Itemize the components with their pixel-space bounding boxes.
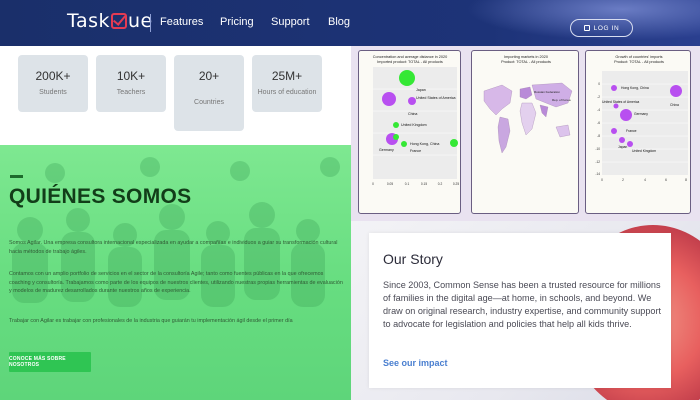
bubble-usa [613,103,619,109]
y-tick: -12 [595,160,600,164]
chart1-subtitle: Imported product: TOTAL - All products [377,60,443,64]
nav-features[interactable]: Features [160,16,203,28]
about-paragraph-3: Trabajar con Agilar es trabajar con prof… [9,318,293,324]
learn-more-button[interactable]: CONOCE MÁS SOBRE NOSOTROS [9,352,91,372]
bubble-germany [620,109,632,121]
bubble-usa [382,92,396,106]
logo[interactable]: Task ue [67,10,153,32]
map-label-russia: Russian Federation [534,90,560,94]
label-usa: United States of America [416,96,456,100]
stat-card-students: 200K+ Students [18,55,88,112]
stat-value: 20+ [198,69,220,83]
x-tick: 0.1 [405,182,410,186]
x-tick: 8 [685,178,687,182]
x-tick: 0.2 [438,182,443,186]
concentration-chart: Concentration and average distance in 20… [372,55,459,186]
label-uk: United Kingdom [401,123,427,127]
y-tick: -10 [595,147,600,151]
title-accent-bar [10,175,23,178]
x-tick: 6 [665,178,667,182]
stat-value: 10K+ [116,69,146,83]
x-tick: 0 [372,182,374,186]
bubble-germany-2 [393,134,399,140]
top-navbar: Task ue Features Pricing Support Blog LOG… [0,0,700,46]
bubble-uk [393,122,399,128]
x-tick: 0.25 [453,182,459,186]
label-china: China [408,112,417,116]
stat-value: 200K+ [35,69,71,83]
stat-label: Teachers [116,89,146,96]
x-tick: 0.05 [387,182,393,186]
logo-divider [150,14,151,32]
bubble-hongkong [450,139,458,147]
stat-card-hours: 25M+ Hours of education [252,55,322,112]
login-button[interactable]: LOG IN [570,19,633,37]
charts-panel: Concentration and average distance in 20… [351,46,700,221]
label-usa: United States of America [602,100,639,104]
chart3-title: Growth of countries' imports [615,55,662,59]
importing-markets-card: Importing markets in 2020 Product: TOTAL… [471,50,579,214]
bubble-france [611,128,617,134]
nav-support[interactable]: Support [271,16,310,28]
y-tick: 0 [598,82,600,86]
bubble-uk [627,141,633,147]
label-uk: United Kingdom [632,149,656,153]
chart2-title: Importing markets in 2020 [504,55,548,59]
nav-pricing[interactable]: Pricing [220,16,254,28]
x-tick: 2 [622,178,624,182]
stat-label: Countries [194,99,224,106]
import-growth-chart: Growth of countries' imports Product: TO… [595,55,688,182]
bubble-japan [619,137,625,143]
y-tick: -4 [597,108,600,112]
x-tick: 0.15 [421,182,427,186]
y-tick: -8 [597,134,600,138]
stat-card-teachers: 10K+ Teachers [96,55,166,112]
x-tick: 4 [644,178,646,182]
nav-blog[interactable]: Blog [328,16,350,28]
label-france: France [410,149,421,153]
chart2-subtitle: Product: TOTAL - All products [501,60,551,64]
stat-label: Students [39,89,67,96]
stat-label: Hours of education [257,89,317,96]
checkbox-logo-icon [111,13,128,29]
y-tick: -2 [597,95,600,99]
about-paragraph-1: Somos Agilar. Una empresa consultora int… [9,240,338,255]
login-icon [583,25,590,31]
about-paragraph-2: Contamos con un amplio portfolio de serv… [9,271,343,294]
about-section: QUIÉNES SOMOS Somos Agilar. Una empresa … [0,145,351,400]
login-label: LOG IN [593,24,620,32]
chart1-title: Concentration and average distance in 20… [373,55,448,59]
page: Task ue Features Pricing Support Blog LOG… [0,0,700,400]
y-tick: -6 [597,121,600,125]
map-label-korea: Rep. of Korea [552,98,571,102]
about-title: QUIÉNES SOMOS [9,185,192,208]
bubble-hongkong [611,85,617,91]
label-japan: Japan [416,88,426,92]
story-title: Our Story [383,251,443,267]
label-china: China [670,103,679,107]
y-tick: -14 [595,172,600,176]
bubble-china [408,97,416,105]
stat-value: 25M+ [271,69,303,83]
concentration-chart-card: Concentration and average distance in 20… [358,50,461,214]
label-germany: Germany [634,112,648,116]
label-hongkong: Hong Kong, China [621,86,649,90]
bubble-japan [399,70,415,86]
our-story-card: Our Story Since 2003, Common Sense has b… [369,233,671,388]
label-hongkong: Hong Kong, China [410,142,439,146]
story-text: Since 2003, Common Sense has been a trus… [383,280,661,329]
x-tick: 0 [601,178,603,182]
label-japan: Japan [618,145,627,149]
bubble-china [670,85,682,97]
chart3-subtitle: Product: TOTAL - All products [614,60,664,64]
stat-card-countries: 20+ Countries [174,55,244,131]
label-france: France [626,129,637,133]
import-growth-card: Growth of countries' imports Product: TO… [585,50,691,214]
bubble-france [401,141,407,147]
importing-markets-map: Importing markets in 2020 Product: TOTAL… [483,55,573,154]
logo-prefix: Task [67,10,111,32]
label-germany: Germany [379,148,394,152]
see-impact-link[interactable]: See our impact [383,358,448,368]
